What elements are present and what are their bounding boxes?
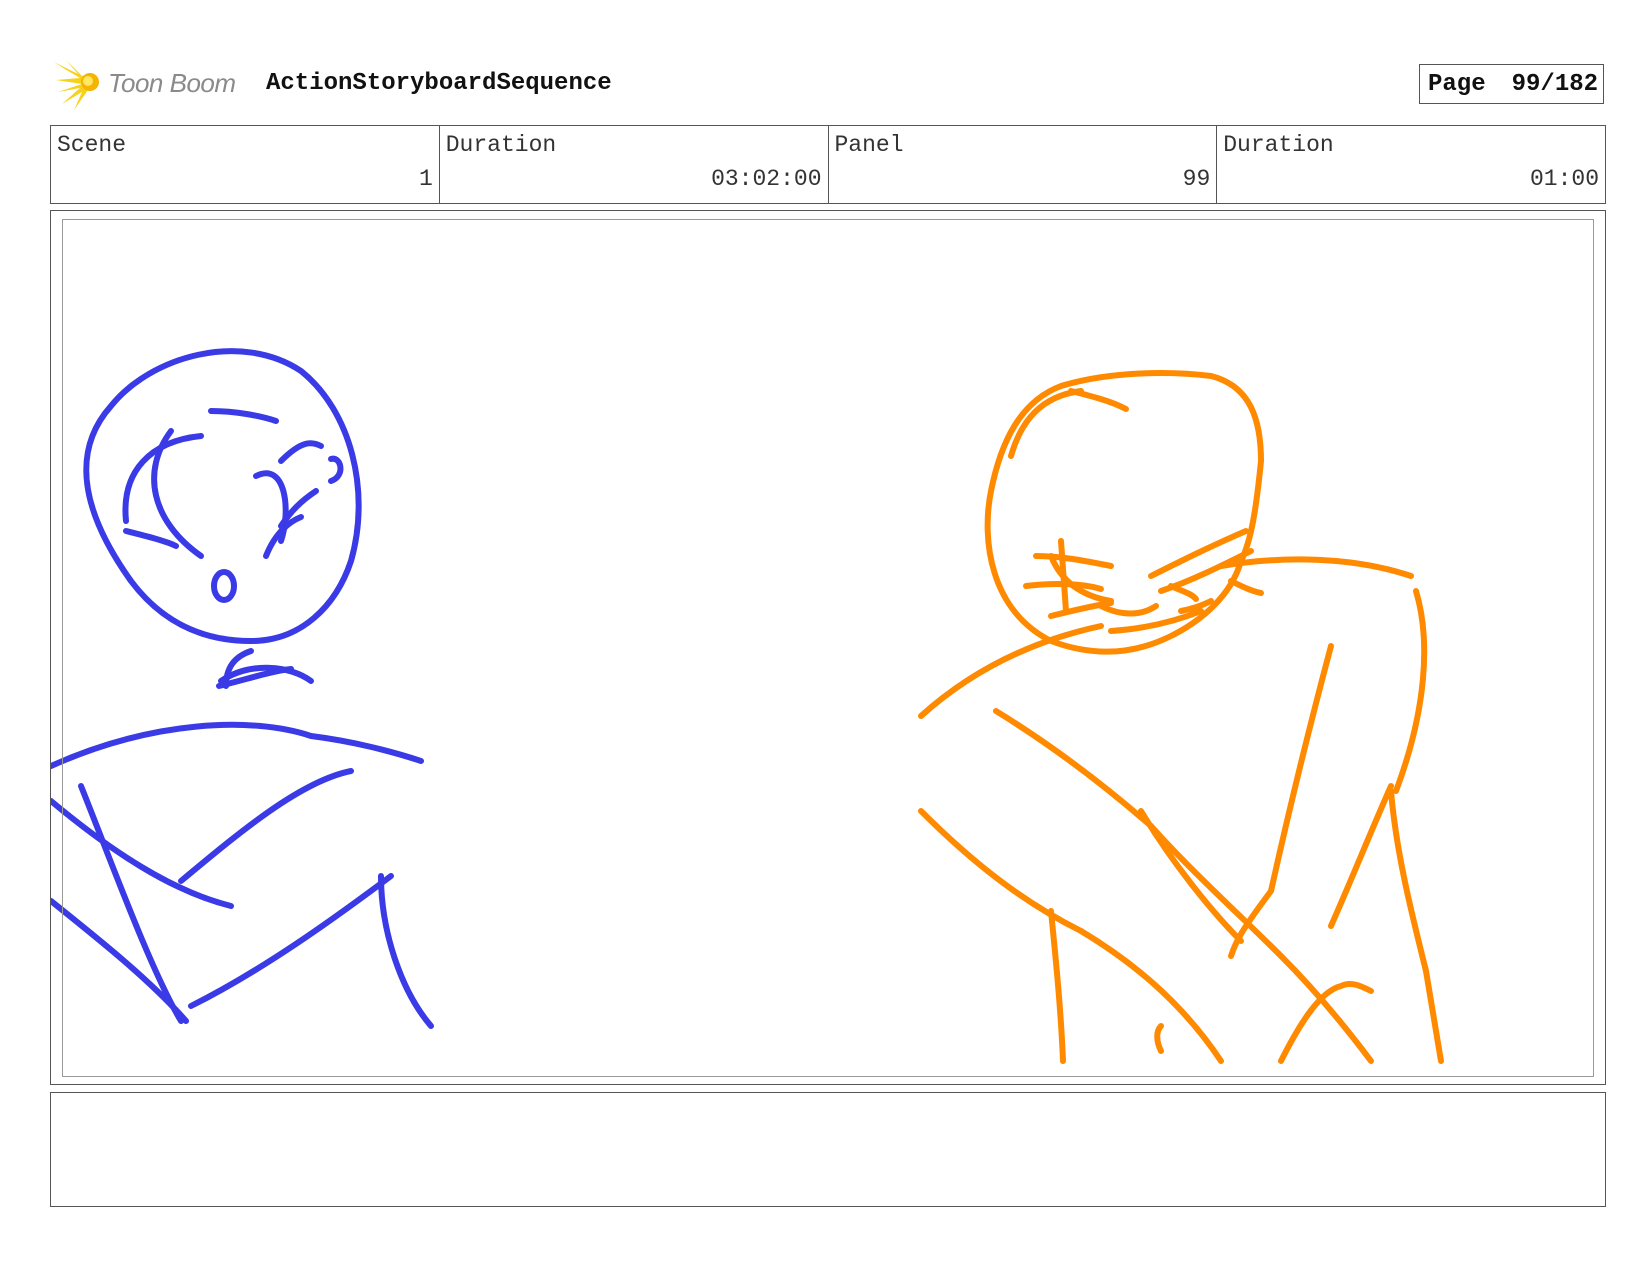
logo-text: Toon Boom [108, 68, 236, 98]
panel-info-table: Scene 1 Duration 03:02:00 Panel 99 Durat… [50, 125, 1606, 204]
scene-label: Scene [57, 132, 127, 158]
panel-notes-box[interactable] [50, 1092, 1606, 1207]
scene-duration-label: Duration [445, 132, 557, 158]
scene-value: 1 [418, 166, 433, 192]
panel-cell: Panel 99 [829, 126, 1218, 203]
page-indicator: Page 99/182 [1419, 64, 1604, 104]
storyboard-panel-image [50, 210, 1606, 1085]
panel-value: 99 [1182, 166, 1211, 192]
scene-duration-cell: Duration 03:02:00 [440, 126, 829, 203]
page-number: 99/182 [1511, 70, 1599, 98]
right-character-sketch [918, 370, 1444, 1064]
panel-label: Panel [834, 132, 904, 158]
panel-duration-cell: Duration 01:00 [1217, 126, 1605, 203]
toon-boom-star-icon [54, 60, 99, 110]
panel-duration-value: 01:00 [1529, 166, 1599, 192]
project-title: ActionStoryboardSequence [266, 70, 612, 97]
scene-duration-value: 03:02:00 [711, 166, 822, 192]
scene-cell: Scene 1 [51, 126, 440, 203]
panel-duration-label: Duration [1223, 132, 1334, 158]
page-label: Page [1428, 70, 1486, 98]
toon-boom-logo: Toon Boom [52, 56, 252, 112]
panel-sketch [51, 348, 1444, 1064]
left-character-sketch [51, 348, 434, 1029]
